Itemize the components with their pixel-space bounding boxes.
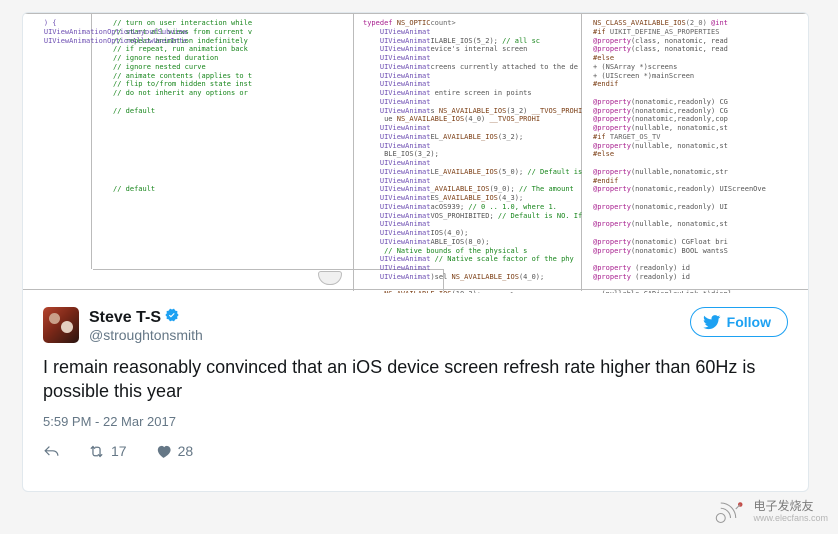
like-button[interactable]: 28	[155, 443, 194, 460]
tweet-timestamp[interactable]: 5:59 PM - 22 Mar 2017	[43, 414, 788, 429]
code-column-right: NS_CLASS_AVAILABLE_IOS(2_0) @int#if UIKI…	[593, 19, 808, 293]
reply-button[interactable]	[43, 443, 60, 460]
watermark: 电子发烧友 www.elecfans.com	[711, 498, 828, 526]
avatar[interactable]	[43, 307, 79, 343]
tweet-actions: 17 28	[43, 439, 788, 460]
handle[interactable]: @stroughtonsmith	[89, 327, 690, 343]
reply-icon	[43, 443, 60, 460]
watermark-cn: 电子发烧友	[753, 500, 828, 513]
tweet-text: I remain reasonably convinced that an iO…	[43, 355, 788, 404]
code-column-mid: typedef NS_OPTICcount> UIViewAnimat UIVi…	[363, 19, 588, 293]
retweet-icon	[88, 443, 105, 460]
tweet-header: Steve T-S @stroughtonsmith Follow	[43, 307, 788, 343]
tweet-media-code: // turn on user interaction while// star…	[23, 13, 808, 293]
heart-icon	[155, 443, 172, 460]
code-bottom-left: ) { UIViewAnimationOptionLayoutSubview U…	[27, 19, 187, 292]
watermark-url: www.elecfans.com	[753, 514, 828, 524]
follow-button[interactable]: Follow	[690, 307, 788, 337]
twitter-bird-icon	[703, 313, 721, 331]
retweet-button[interactable]: 17	[88, 443, 127, 460]
elecfans-logo-icon	[711, 498, 747, 526]
display-name[interactable]: Steve T-S	[89, 307, 180, 328]
verified-badge-icon	[164, 307, 180, 328]
tweet-card: // turn on user interaction while// star…	[22, 12, 809, 492]
tweet-body: Steve T-S @stroughtonsmith Follow I rema…	[23, 293, 808, 470]
